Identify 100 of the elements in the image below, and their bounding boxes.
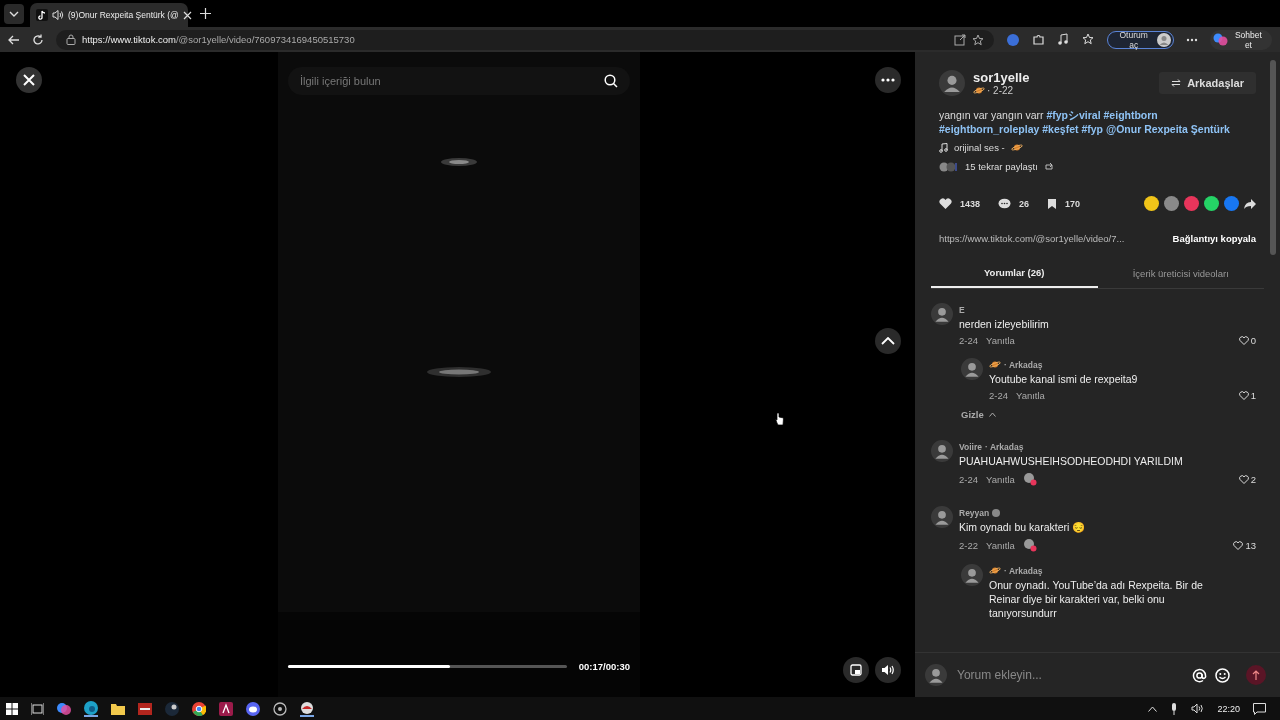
friend-tag: · Arkadaş [1004, 565, 1043, 576]
avatar[interactable] [931, 506, 953, 528]
progress-bar[interactable] [288, 665, 567, 668]
steam-icon[interactable] [165, 701, 179, 716]
heart-icon[interactable] [939, 197, 952, 210]
more-button[interactable] [875, 67, 901, 93]
taskbar-app-icon[interactable] [300, 700, 314, 717]
taskbar-app-icon[interactable] [273, 701, 287, 716]
arrow-up-icon [1252, 670, 1260, 680]
notification-icon[interactable] [1253, 702, 1266, 715]
close-button[interactable] [16, 67, 42, 93]
start-icon[interactable] [6, 702, 18, 715]
copilot-icon [1212, 32, 1228, 47]
swap-arrows-icon [1171, 79, 1182, 87]
avatar[interactable] [939, 70, 965, 96]
music-label[interactable]: orijinal ses - [954, 142, 1005, 153]
emoji-icon[interactable] [1215, 667, 1230, 683]
chevron-up-icon[interactable] [1148, 705, 1158, 712]
speaker-icon[interactable] [52, 9, 64, 21]
heart-outline-icon [1233, 540, 1244, 550]
avatar[interactable] [961, 564, 983, 586]
comment-text: Onur oynadı. YouTube’da adı Rexpeita. Bir de Reinar diye bir karakteri var, belki onu tanıyorsundurr [989, 578, 1204, 620]
author-name[interactable]: sor1yelle [973, 70, 1030, 85]
taskbar-app-icon[interactable] [57, 701, 71, 716]
chevron-up-icon [881, 337, 895, 345]
share-icon[interactable] [1204, 196, 1219, 211]
previous-video-button[interactable] [875, 328, 901, 354]
taskbar-app-icon[interactable] [219, 701, 233, 716]
avatar[interactable] [961, 358, 983, 380]
task-view-icon[interactable] [31, 702, 44, 715]
miniplayer-button[interactable] [843, 657, 869, 683]
comment-like-button[interactable]: 13 [1233, 539, 1256, 551]
mention-icon[interactable] [1192, 667, 1207, 683]
clock[interactable]: 22:20 [1217, 703, 1240, 714]
favorites-icon[interactable] [1082, 33, 1096, 46]
share-arrow-icon[interactable] [1244, 198, 1256, 209]
volume-button[interactable] [875, 657, 901, 683]
panel-tab[interactable]: İçerik üreticisi videoları [1097, 258, 1264, 288]
hashtag-link[interactable]: #fyp [1081, 123, 1103, 135]
avatar[interactable] [925, 664, 947, 686]
like-count: 1438 [960, 198, 981, 209]
repost-count: 15 tekrar paylaştı [965, 161, 1038, 172]
comment-input[interactable]: Yorum ekleyin... [955, 667, 1184, 683]
folder-icon[interactable] [111, 702, 125, 715]
comment-author[interactable]: Reyyan [959, 507, 990, 518]
reply-link[interactable]: Yanıtla [986, 335, 1015, 346]
browser-icon[interactable] [84, 700, 98, 717]
panel-tab[interactable]: Yorumlar (26) [931, 258, 1098, 288]
copy-link-button[interactable]: Bağlantıyı kopyala [1172, 233, 1256, 244]
save-count: 170 [1065, 198, 1081, 209]
share-icon[interactable] [1164, 196, 1179, 211]
hashtag-link[interactable]: #fypシviral [1046, 109, 1101, 121]
comment-icon[interactable] [998, 197, 1012, 210]
share-icon[interactable] [1144, 196, 1159, 211]
hide-replies-button[interactable]: Gizle [961, 409, 996, 420]
reply-link[interactable]: Yanıtla [986, 473, 1015, 485]
bookmark-icon[interactable] [1047, 197, 1058, 210]
microphone-icon[interactable] [1170, 702, 1179, 715]
comment-text: nerden izleyebilirim [959, 317, 1050, 331]
discord-icon[interactable] [246, 701, 260, 716]
music-icon[interactable] [1057, 33, 1071, 46]
new-tab-icon[interactable] [200, 8, 211, 19]
avatar[interactable] [931, 440, 953, 462]
more-icon [881, 78, 895, 82]
close-icon[interactable] [182, 10, 192, 20]
comment-text: PUAHUAHWUSHEIHSODHEODHDI YARILDIM [959, 454, 1184, 468]
speaker-icon[interactable] [1191, 703, 1205, 714]
reply-link[interactable]: Yanıtla [1016, 390, 1045, 401]
comment-author[interactable]: E [959, 304, 965, 315]
more-icon[interactable] [1185, 37, 1198, 42]
back-icon[interactable] [8, 33, 20, 46]
comment-like-button[interactable]: 0 [1238, 335, 1256, 346]
planet-emoji-icon [973, 86, 985, 95]
chevron-up-icon [988, 412, 996, 417]
hashtag-link[interactable]: #eightborn_roleplay [939, 123, 1040, 135]
send-button[interactable] [1246, 665, 1266, 685]
avatar[interactable] [931, 303, 953, 325]
hashtag-link[interactable]: #eightborn [1103, 109, 1158, 121]
sign-in-button[interactable]: Oturum aç [1107, 30, 1174, 49]
hashtag-link[interactable]: @Onur Rexpeita Şentürk [1105, 123, 1230, 135]
copilot-button[interactable]: Sohbet et [1209, 29, 1272, 50]
comment-date: 2-24 [959, 335, 978, 346]
friends-button[interactable]: Arkadaşlar [1159, 72, 1256, 94]
reply-link[interactable]: Yanıtla [986, 539, 1015, 551]
search-icon[interactable] [604, 74, 618, 88]
comment-like-button[interactable]: 1 [1238, 390, 1256, 401]
comment-author[interactable]: Voiire [959, 441, 982, 452]
puzzle-icon[interactable] [1032, 33, 1046, 46]
scrollbar-thumb[interactable] [1270, 60, 1276, 255]
comment-like-button[interactable]: 2 [1238, 473, 1256, 485]
taskbar-app-icon[interactable] [138, 702, 152, 715]
repost-icon[interactable] [1043, 161, 1054, 172]
hashtag-link[interactable]: #keşfet [1042, 123, 1079, 135]
chrome-icon[interactable] [192, 701, 206, 716]
address-bar[interactable]: https://www.tiktok.com/@sor1yelle/video/7609734169450515730 [56, 29, 995, 50]
extension-icon[interactable] [1006, 32, 1021, 47]
refresh-icon[interactable] [32, 33, 44, 46]
search-field[interactable]: İlgili içeriği bulun [288, 67, 630, 95]
tab-list-button[interactable] [4, 4, 24, 24]
comment-count: 26 [1019, 198, 1030, 209]
